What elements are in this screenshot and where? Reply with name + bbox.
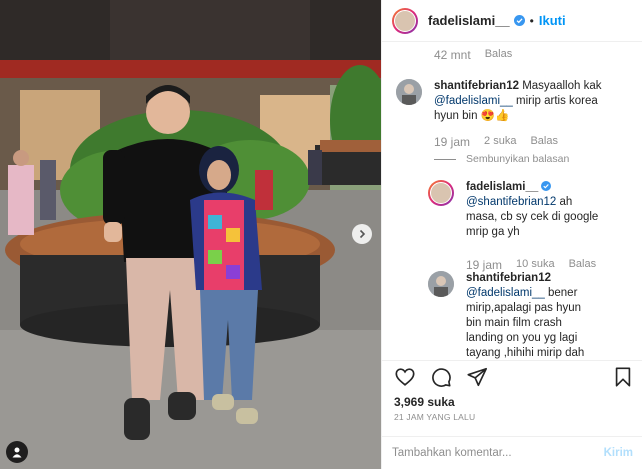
comment-bubble-icon[interactable] [430, 366, 452, 388]
comment-line: Masyaalloh kak [522, 80, 602, 92]
post-panel: fadelislami__ • Ikuti 42 mnt Balas shant… [381, 0, 642, 469]
reply-line: ah [559, 196, 573, 208]
replier-username[interactable]: fadelislami__ [466, 181, 538, 193]
post-time-ago: 21 JAM YANG LALU [394, 412, 476, 422]
comments-list[interactable]: 42 mnt Balas shantifebrian12 Masyaalloh … [382, 43, 642, 359]
next-photo-button[interactable] [352, 224, 372, 244]
action-icons [394, 366, 488, 388]
post-photo[interactable] [0, 0, 381, 469]
reply-likes[interactable]: 10 suka [516, 258, 555, 272]
comment-text: shantifebrian12 Masyaalloh kak @fadelisl… [434, 79, 634, 124]
save-bookmark-icon[interactable] [613, 366, 633, 388]
comment-line: hyun bin 😍👍 [434, 110, 510, 122]
reply-meta: 19 jam 10 suka Balas [466, 258, 596, 272]
likes-count[interactable]: 3,969 suka [394, 395, 455, 409]
comment-time: 42 mnt [434, 48, 471, 62]
follow-button[interactable]: Ikuti [539, 13, 566, 28]
reply-mention[interactable]: @shantifebrian12 [466, 196, 556, 208]
reply-button[interactable]: Balas [569, 258, 597, 272]
comment-line: mirip artis korea [516, 95, 598, 107]
reply-time: 19 jam [466, 258, 503, 272]
reply-line: masa, cb sy cek di google [466, 211, 599, 223]
replier-avatar[interactable] [428, 180, 454, 206]
comment-input[interactable] [392, 447, 604, 459]
reply-line: bin main film crash [466, 317, 562, 329]
reply-button[interactable]: Balas [485, 48, 513, 62]
replier-avatar[interactable] [428, 271, 454, 297]
previous-comment-meta: 42 mnt Balas [434, 48, 512, 62]
reply-text: fadelislami__ @shantifebrian12 ah masa, … [466, 180, 638, 240]
verified-badge-icon [541, 181, 552, 191]
commenter-username[interactable]: shantifebrian12 [434, 80, 519, 92]
share-send-icon[interactable] [466, 366, 488, 388]
comment-item: shantifebrian12 Masyaalloh kak @fadelisl… [396, 79, 636, 149]
reply-line: landing on you yg lagi [466, 332, 578, 344]
reply-item: fadelislami__ @shantifebrian12 ah masa, … [428, 180, 638, 272]
verified-badge-icon [513, 15, 525, 26]
reply-line: mirip,apalagi pas hyun [466, 302, 582, 314]
header-separator: • [529, 13, 534, 28]
author-username[interactable]: fadelislami__ [428, 13, 510, 28]
comment-mention[interactable]: @fadelislami__ [434, 95, 513, 107]
reply-item: shantifebrian12 @fadelislami__ bener mir… [428, 271, 638, 359]
comment-likes[interactable]: 2 suka [484, 135, 516, 149]
post-header: fadelislami__ • Ikuti [382, 0, 642, 42]
reply-line: mrip ga yh [466, 226, 520, 238]
photo-scene [0, 0, 381, 469]
reply-line: bener [548, 287, 578, 299]
hide-replies-label: Sembunyikan balasan [466, 153, 570, 165]
commenter-avatar[interactable] [396, 79, 422, 105]
reply-mention[interactable]: @fadelislami__ [466, 287, 545, 299]
comment-time: 19 jam [434, 135, 471, 149]
replier-username[interactable]: shantifebrian12 [466, 272, 551, 284]
add-comment-bar: Kirim [382, 436, 642, 469]
tagged-user-icon[interactable] [6, 441, 28, 463]
reply-button[interactable]: Balas [530, 135, 558, 149]
like-heart-icon[interactable] [394, 366, 416, 388]
reply-text: shantifebrian12 @fadelislami__ bener mir… [466, 271, 638, 359]
chevron-right-icon [359, 229, 366, 239]
post-comment-button[interactable]: Kirim [604, 447, 633, 459]
comment-meta: 19 jam 2 suka Balas [434, 135, 558, 149]
author-avatar[interactable] [392, 7, 418, 34]
reply-line: tayang ,hihihi mirip dah [466, 347, 585, 359]
hide-replies-button[interactable]: Sembunyikan balasan [434, 153, 569, 165]
